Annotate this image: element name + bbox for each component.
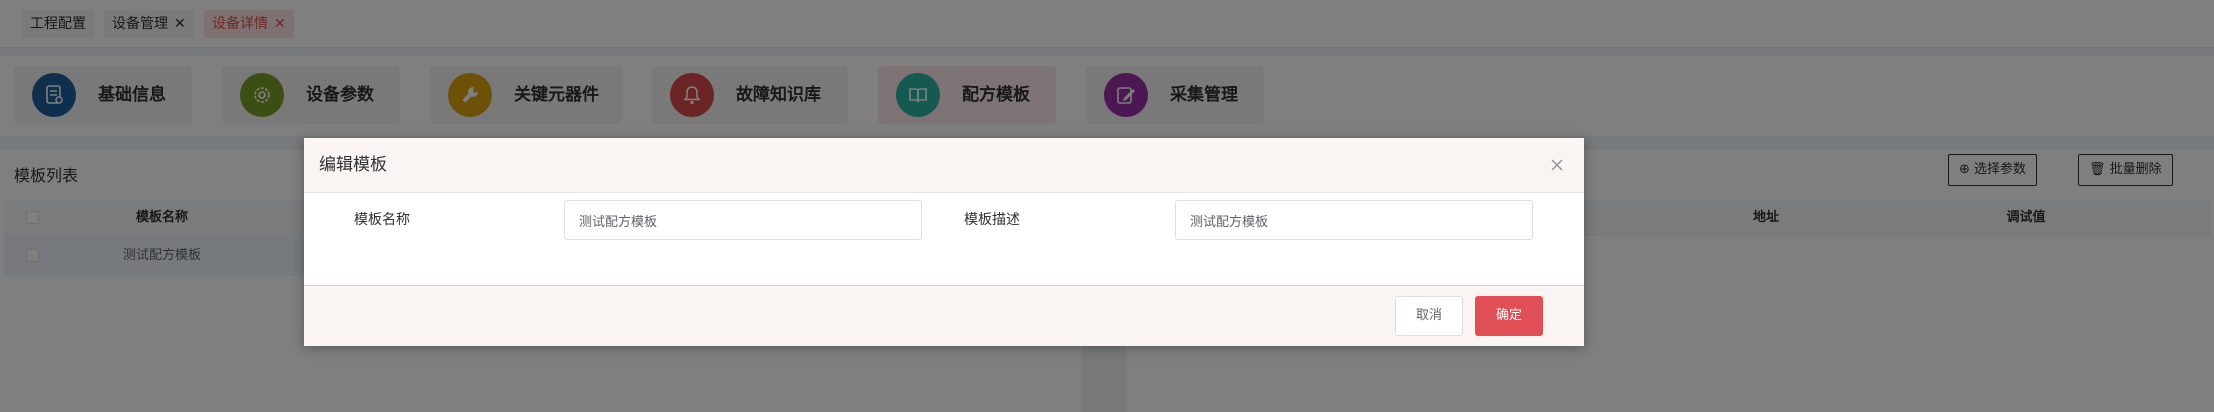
template-desc-label: 模板描述: [964, 212, 1020, 228]
template-name-input[interactable]: [564, 200, 922, 240]
template-name-label: 模板名称: [354, 212, 410, 228]
template-desc-input[interactable]: [1175, 200, 1533, 240]
cancel-button[interactable]: 取消: [1395, 296, 1463, 336]
confirm-button[interactable]: 确定: [1475, 296, 1543, 336]
dialog-header: 编辑模板: [304, 138, 1584, 193]
dialog-title: 编辑模板: [319, 155, 387, 175]
dialog-footer: 取消 确定: [304, 285, 1584, 346]
edit-template-dialog: 编辑模板 模板名称 模板描述 取消 确定: [304, 138, 1584, 346]
close-icon[interactable]: [1546, 154, 1568, 176]
